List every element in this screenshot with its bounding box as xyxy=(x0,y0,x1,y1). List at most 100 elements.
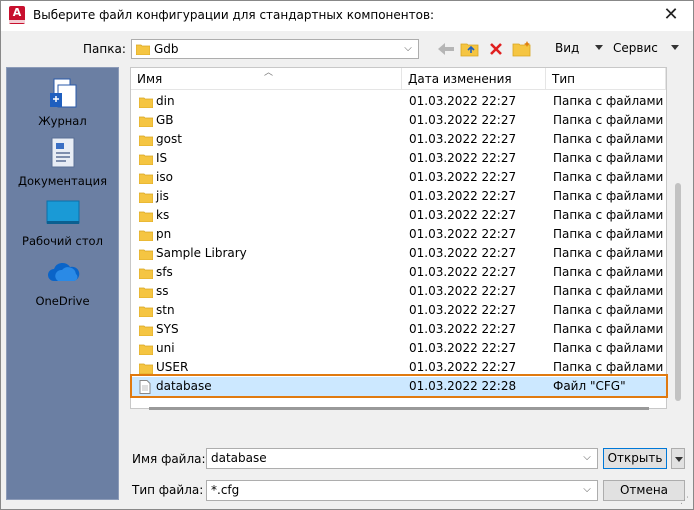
item-name: USER xyxy=(156,360,189,374)
open-button[interactable]: Открыть xyxy=(603,448,667,469)
filename-input[interactable]: database ⌵ xyxy=(206,448,598,469)
view-dropdown-icon[interactable] xyxy=(595,45,603,50)
onedrive-icon xyxy=(46,256,80,290)
document-icon xyxy=(139,380,151,400)
place-label: Документация xyxy=(17,174,107,188)
cell-date: 01.03.2022 22:27 xyxy=(409,322,517,336)
folder-row[interactable]: stn 01.03.2022 22:27 Папка с файлами xyxy=(131,301,666,320)
folder-row[interactable]: uni 01.03.2022 22:27 Папка с файлами xyxy=(131,339,666,358)
folder-label: Папка: xyxy=(83,42,126,56)
item-name: uni xyxy=(156,341,175,355)
place-label: Рабочий стол xyxy=(22,234,103,248)
current-folder: Gdb xyxy=(154,42,179,56)
desktop-icon xyxy=(46,196,80,230)
folder-row[interactable]: Sample Library 01.03.2022 22:27 Папка с фа… xyxy=(131,244,666,263)
item-name: GB xyxy=(156,113,174,127)
resize-grip-icon[interactable]: ⋰ xyxy=(680,496,689,506)
place-onedrive[interactable]: OneDrive xyxy=(7,256,118,308)
filetype-label: Тип файла: xyxy=(132,483,204,497)
back-arrow-icon[interactable] xyxy=(435,39,457,59)
filetype-select[interactable]: *.cfg ⌵ xyxy=(206,480,598,501)
item-name: database xyxy=(156,379,212,393)
folder-row[interactable]: USER 01.03.2022 22:27 Папка с файлами xyxy=(131,358,666,377)
item-name: IS xyxy=(156,151,168,165)
delete-icon[interactable] xyxy=(485,39,507,59)
filename-label: Имя файла: xyxy=(132,452,206,466)
cell-date: 01.03.2022 22:27 xyxy=(409,284,517,298)
list-header: ︿ Имя Дата изменения Тип xyxy=(131,68,666,90)
cell-type: Папка с файлами xyxy=(553,303,664,317)
cell-type: Папка с файлами xyxy=(553,341,664,355)
dialog-title: Выберите файл конфигурации для стандартн… xyxy=(33,8,435,22)
item-name: Sample Library xyxy=(156,246,247,260)
cell-date: 01.03.2022 22:27 xyxy=(409,360,517,374)
close-icon[interactable]: ✕ xyxy=(659,4,683,28)
view-menu[interactable]: Вид xyxy=(555,41,579,55)
cell-date: 01.03.2022 22:27 xyxy=(409,246,517,260)
item-name: iso xyxy=(156,170,173,184)
cell-date: 01.03.2022 22:27 xyxy=(409,170,517,184)
horizontal-scrollbar[interactable] xyxy=(149,407,649,410)
cell-date: 01.03.2022 22:27 xyxy=(409,227,517,241)
places-bar: Журнал Документация Рабочий стол OneDriv… xyxy=(6,67,119,500)
place-label: Журнал xyxy=(38,114,87,128)
column-name[interactable]: Имя xyxy=(131,68,402,90)
folder-row[interactable]: ss 01.03.2022 22:27 Папка с файлами xyxy=(131,282,666,301)
folder-row[interactable]: GB 01.03.2022 22:27 Папка с файлами xyxy=(131,111,666,130)
cell-type: Папка с файлами xyxy=(553,113,664,127)
cell-date: 01.03.2022 22:27 xyxy=(409,151,517,165)
open-options-button[interactable] xyxy=(671,448,685,469)
cell-date: 01.03.2022 22:27 xyxy=(409,132,517,146)
cell-type: Папка с файлами xyxy=(553,322,664,336)
chevron-down-icon[interactable]: ⌵ xyxy=(580,482,594,498)
cell-date: 01.03.2022 22:27 xyxy=(409,341,517,355)
cell-type: Папка с файлами xyxy=(553,170,664,184)
cell-type: Папка с файлами xyxy=(553,284,664,298)
folder-row[interactable]: ks 01.03.2022 22:27 Папка с файлами xyxy=(131,206,666,225)
cell-date: 01.03.2022 22:27 xyxy=(409,208,517,222)
cancel-button[interactable]: Отмена xyxy=(603,480,685,501)
cell-date: 01.03.2022 22:27 xyxy=(409,265,517,279)
item-name: SYS xyxy=(156,322,179,336)
item-name: gost xyxy=(156,132,182,146)
place-label: OneDrive xyxy=(35,294,90,308)
new-folder-icon[interactable] xyxy=(511,39,533,59)
folder-row[interactable]: SYS 01.03.2022 22:27 Папка с файлами xyxy=(131,320,666,339)
file-row[interactable]: database 01.03.2022 22:28 Файл "CFG" xyxy=(131,377,666,396)
folder-row[interactable]: jis 01.03.2022 22:27 Папка с файлами xyxy=(131,187,666,206)
chevron-down-icon[interactable]: ⌵ xyxy=(401,41,415,57)
folder-row[interactable]: din 01.03.2022 22:27 Папка с файлами xyxy=(131,92,666,111)
place-desktop[interactable]: Рабочий стол xyxy=(7,196,118,248)
filename-value: database xyxy=(211,451,267,465)
dropdown-arrow-icon xyxy=(675,457,683,462)
chevron-down-icon[interactable]: ⌵ xyxy=(580,450,594,466)
cell-type: Папка с файлами xyxy=(553,227,664,241)
tools-dropdown-icon[interactable] xyxy=(671,45,679,50)
documents-icon xyxy=(46,136,80,170)
file-dialog: A Выберите файл конфигурации для стандар… xyxy=(0,0,694,510)
folder-select[interactable]: Gdb ⌵ xyxy=(131,39,419,59)
folder-row[interactable]: iso 01.03.2022 22:27 Папка с файлами xyxy=(131,168,666,187)
cell-type: Папка с файлами xyxy=(553,151,664,165)
autocad-app-icon: A xyxy=(9,6,25,24)
cell-type: Папка с файлами xyxy=(553,132,664,146)
cell-date: 01.03.2022 22:28 xyxy=(409,379,517,393)
filetype-value: *.cfg xyxy=(211,483,240,497)
folder-row[interactable]: gost 01.03.2022 22:27 Папка с файлами xyxy=(131,130,666,149)
column-date[interactable]: Дата изменения xyxy=(402,68,546,90)
file-list[interactable]: ︿ Имя Дата изменения Тип din 01.03.2022 2… xyxy=(130,67,667,409)
folder-row[interactable]: IS 01.03.2022 22:27 Папка с файлами xyxy=(131,149,666,168)
tools-menu[interactable]: Сервис xyxy=(613,41,658,55)
place-history[interactable]: Журнал xyxy=(7,76,118,128)
item-name: din xyxy=(156,94,175,108)
up-folder-icon[interactable] xyxy=(459,39,481,59)
vertical-scrollbar[interactable] xyxy=(675,183,681,401)
item-name: ss xyxy=(156,284,169,298)
column-type[interactable]: Тип xyxy=(546,68,666,90)
folder-row[interactable]: pn 01.03.2022 22:27 Папка с файлами xyxy=(131,225,666,244)
item-name: pn xyxy=(156,227,172,241)
cell-type: Файл "CFG" xyxy=(553,379,626,393)
folder-row[interactable]: sfs 01.03.2022 22:27 Папка с файлами xyxy=(131,263,666,282)
place-documents[interactable]: Документация xyxy=(7,136,118,188)
cell-type: Папка с файлами xyxy=(553,189,664,203)
